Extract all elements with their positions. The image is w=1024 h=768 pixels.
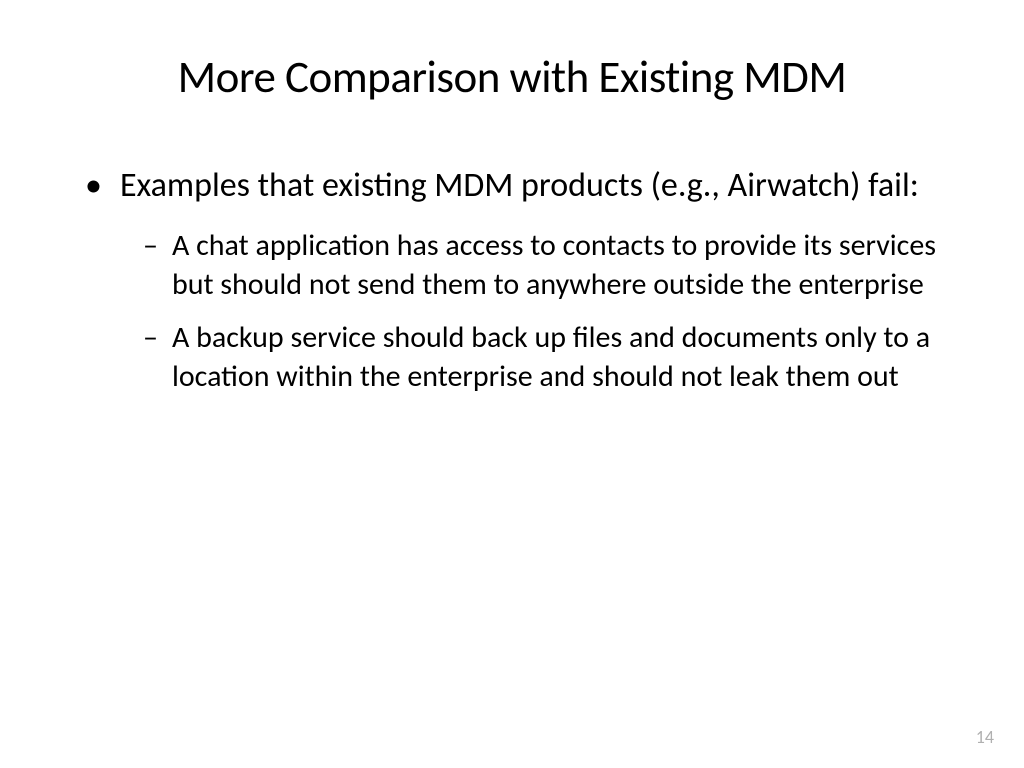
bullet-main: • Examples that existing MDM products (e… — [85, 165, 949, 208]
bullet-main-text: Examples that existing MDM products (e.g… — [120, 165, 919, 208]
page-number: 14 — [976, 726, 994, 748]
slide-container: More Comparison with Existing MDM • Exam… — [0, 0, 1024, 768]
dash-marker: – — [143, 318, 158, 396]
bullet-marker: • — [85, 165, 102, 208]
bullet-sub-1: – A chat application has access to conta… — [143, 226, 949, 304]
bullet-sub-2-text: A backup service should back up files an… — [172, 318, 949, 396]
bullet-sub-2: – A backup service should back up files … — [143, 318, 949, 396]
dash-marker: – — [143, 226, 158, 304]
bullet-sub-1-text: A chat application has access to contact… — [172, 226, 949, 304]
slide-content: • Examples that existing MDM products (e… — [75, 165, 949, 396]
slide-title: More Comparison with Existing MDM — [75, 50, 949, 105]
